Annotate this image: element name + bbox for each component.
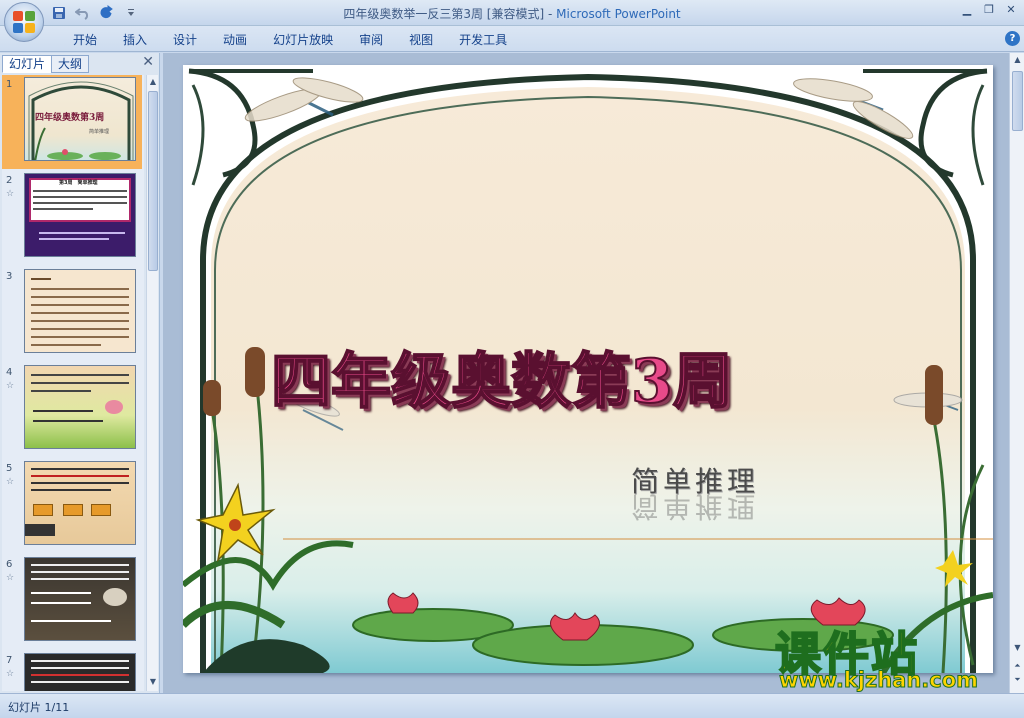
- office-logo-icon: [13, 11, 35, 33]
- slide-number: 4: [6, 367, 13, 378]
- tab-outline[interactable]: 大纲: [51, 55, 90, 73]
- slide-number: 2: [6, 175, 13, 186]
- tab-view[interactable]: 视图: [396, 31, 446, 48]
- animation-star-icon: ☆: [6, 573, 15, 583]
- thumbnail-title: 第3周 简单推理: [59, 180, 98, 186]
- slide-thumbnail-row[interactable]: 5 ☆: [2, 459, 142, 553]
- slide-thumbnail-row[interactable]: 3: [2, 267, 142, 361]
- ribbon-tabs: 开始 插入 设计 动画 幻灯片放映 审阅 视图 开发工具 ?: [0, 26, 1024, 52]
- slide-thumbnail[interactable]: [24, 269, 136, 353]
- window-controls: ▁ ❐ ✕: [960, 3, 1018, 17]
- previous-slide-icon[interactable]: ⏶: [1010, 661, 1024, 671]
- slide-subtitle-reflection: 简单推理: [631, 490, 760, 523]
- animation-star-icon: ☆: [6, 477, 15, 487]
- slide-number: 1: [6, 79, 13, 90]
- scroll-thumb[interactable]: [148, 91, 158, 271]
- close-icon[interactable]: ✕: [1004, 3, 1018, 17]
- pane-scrollbar[interactable]: ▲ ▼: [146, 75, 158, 691]
- scroll-thumb[interactable]: [1012, 71, 1023, 131]
- tab-slides[interactable]: 幻灯片: [2, 55, 53, 73]
- slide-canvas[interactable]: 四年级奥数第3周 简单推理 简单推理: [183, 65, 993, 673]
- slide-number: 6: [6, 559, 13, 570]
- minimize-icon[interactable]: ▁: [960, 3, 974, 17]
- slide-thumbnail[interactable]: [24, 557, 136, 641]
- slide-thumbnail[interactable]: [24, 365, 136, 449]
- slide-thumbnail-row[interactable]: 4 ☆: [2, 363, 142, 457]
- restore-icon[interactable]: ❐: [982, 3, 996, 17]
- slide-thumbnail[interactable]: [24, 461, 136, 545]
- editor-scrollbar[interactable]: ▲ ▼ ⏶ ⏷: [1009, 53, 1024, 693]
- slide-editor: 四年级奥数第3周 简单推理 简单推理: [163, 53, 1009, 693]
- next-slide-icon[interactable]: ⏷: [1010, 675, 1024, 685]
- slide-thumbnail-row[interactable]: 1 四年级奥数第3周 简单推理: [2, 75, 142, 169]
- tab-slideshow[interactable]: 幻灯片放映: [260, 31, 346, 48]
- slide-thumbnail[interactable]: 四年级奥数第3周 简单推理: [24, 77, 136, 161]
- tab-animations[interactable]: 动画: [210, 31, 260, 48]
- office-button[interactable]: [4, 2, 44, 42]
- slide-title[interactable]: 四年级奥数第3周: [270, 333, 734, 420]
- title-bar: 四年级奥数举一反三第3周 [兼容模式] - Microsoft PowerPoi…: [0, 0, 1024, 26]
- status-bar: 幻灯片 1/11: [0, 693, 1024, 718]
- thumbnail-subtitle: 简单推理: [89, 129, 110, 135]
- scroll-down-icon[interactable]: ▼: [1010, 643, 1024, 652]
- scroll-up-icon[interactable]: ▲: [147, 77, 159, 89]
- document-title: 四年级奥数举一反三第3周 [兼容模式]: [343, 7, 545, 21]
- tab-design[interactable]: 设计: [160, 31, 210, 48]
- tab-insert[interactable]: 插入: [110, 31, 160, 48]
- close-pane-icon[interactable]: ✕: [142, 54, 154, 70]
- thumbnail-list: 1 四年级奥数第3周 简单推理 2 ☆ 第3周 简单推理 3 4 ☆ 5 ☆ 6…: [2, 75, 144, 691]
- slide-number: 5: [6, 463, 13, 474]
- slide-indicator: 幻灯片 1/11: [8, 701, 70, 714]
- slides-pane: 幻灯片 大纲 ✕ 1 四年级奥数第3周 简单推理 2 ☆ 第3周 简单推理 3 …: [0, 53, 160, 693]
- app-name: Microsoft PowerPoint: [556, 7, 681, 21]
- slide-thumbnail-row[interactable]: 7 ☆: [2, 651, 142, 691]
- animation-star-icon: ☆: [6, 669, 15, 679]
- slide-thumbnail[interactable]: [24, 653, 136, 691]
- scroll-up-icon[interactable]: ▲: [1010, 55, 1024, 64]
- help-icon[interactable]: ?: [1005, 31, 1020, 46]
- animation-star-icon: ☆: [6, 381, 15, 391]
- tab-home[interactable]: 开始: [60, 31, 110, 48]
- pane-tabs: 幻灯片 大纲: [2, 55, 90, 73]
- tab-developer[interactable]: 开发工具: [446, 31, 520, 48]
- thumbnail-title: 四年级奥数第3周: [35, 113, 105, 123]
- slide-thumbnail-row[interactable]: 2 ☆ 第3周 简单推理: [2, 171, 142, 265]
- slide-number: 3: [6, 271, 13, 282]
- slide-thumbnail[interactable]: 第3周 简单推理: [24, 173, 136, 257]
- slide-number: 7: [6, 655, 13, 666]
- animation-star-icon: ☆: [6, 189, 15, 199]
- window-title: 四年级奥数举一反三第3周 [兼容模式] - Microsoft PowerPoi…: [343, 7, 681, 21]
- tab-review[interactable]: 审阅: [346, 31, 396, 48]
- scroll-down-icon[interactable]: ▼: [147, 677, 159, 689]
- slide-thumbnail-row[interactable]: 6 ☆: [2, 555, 142, 649]
